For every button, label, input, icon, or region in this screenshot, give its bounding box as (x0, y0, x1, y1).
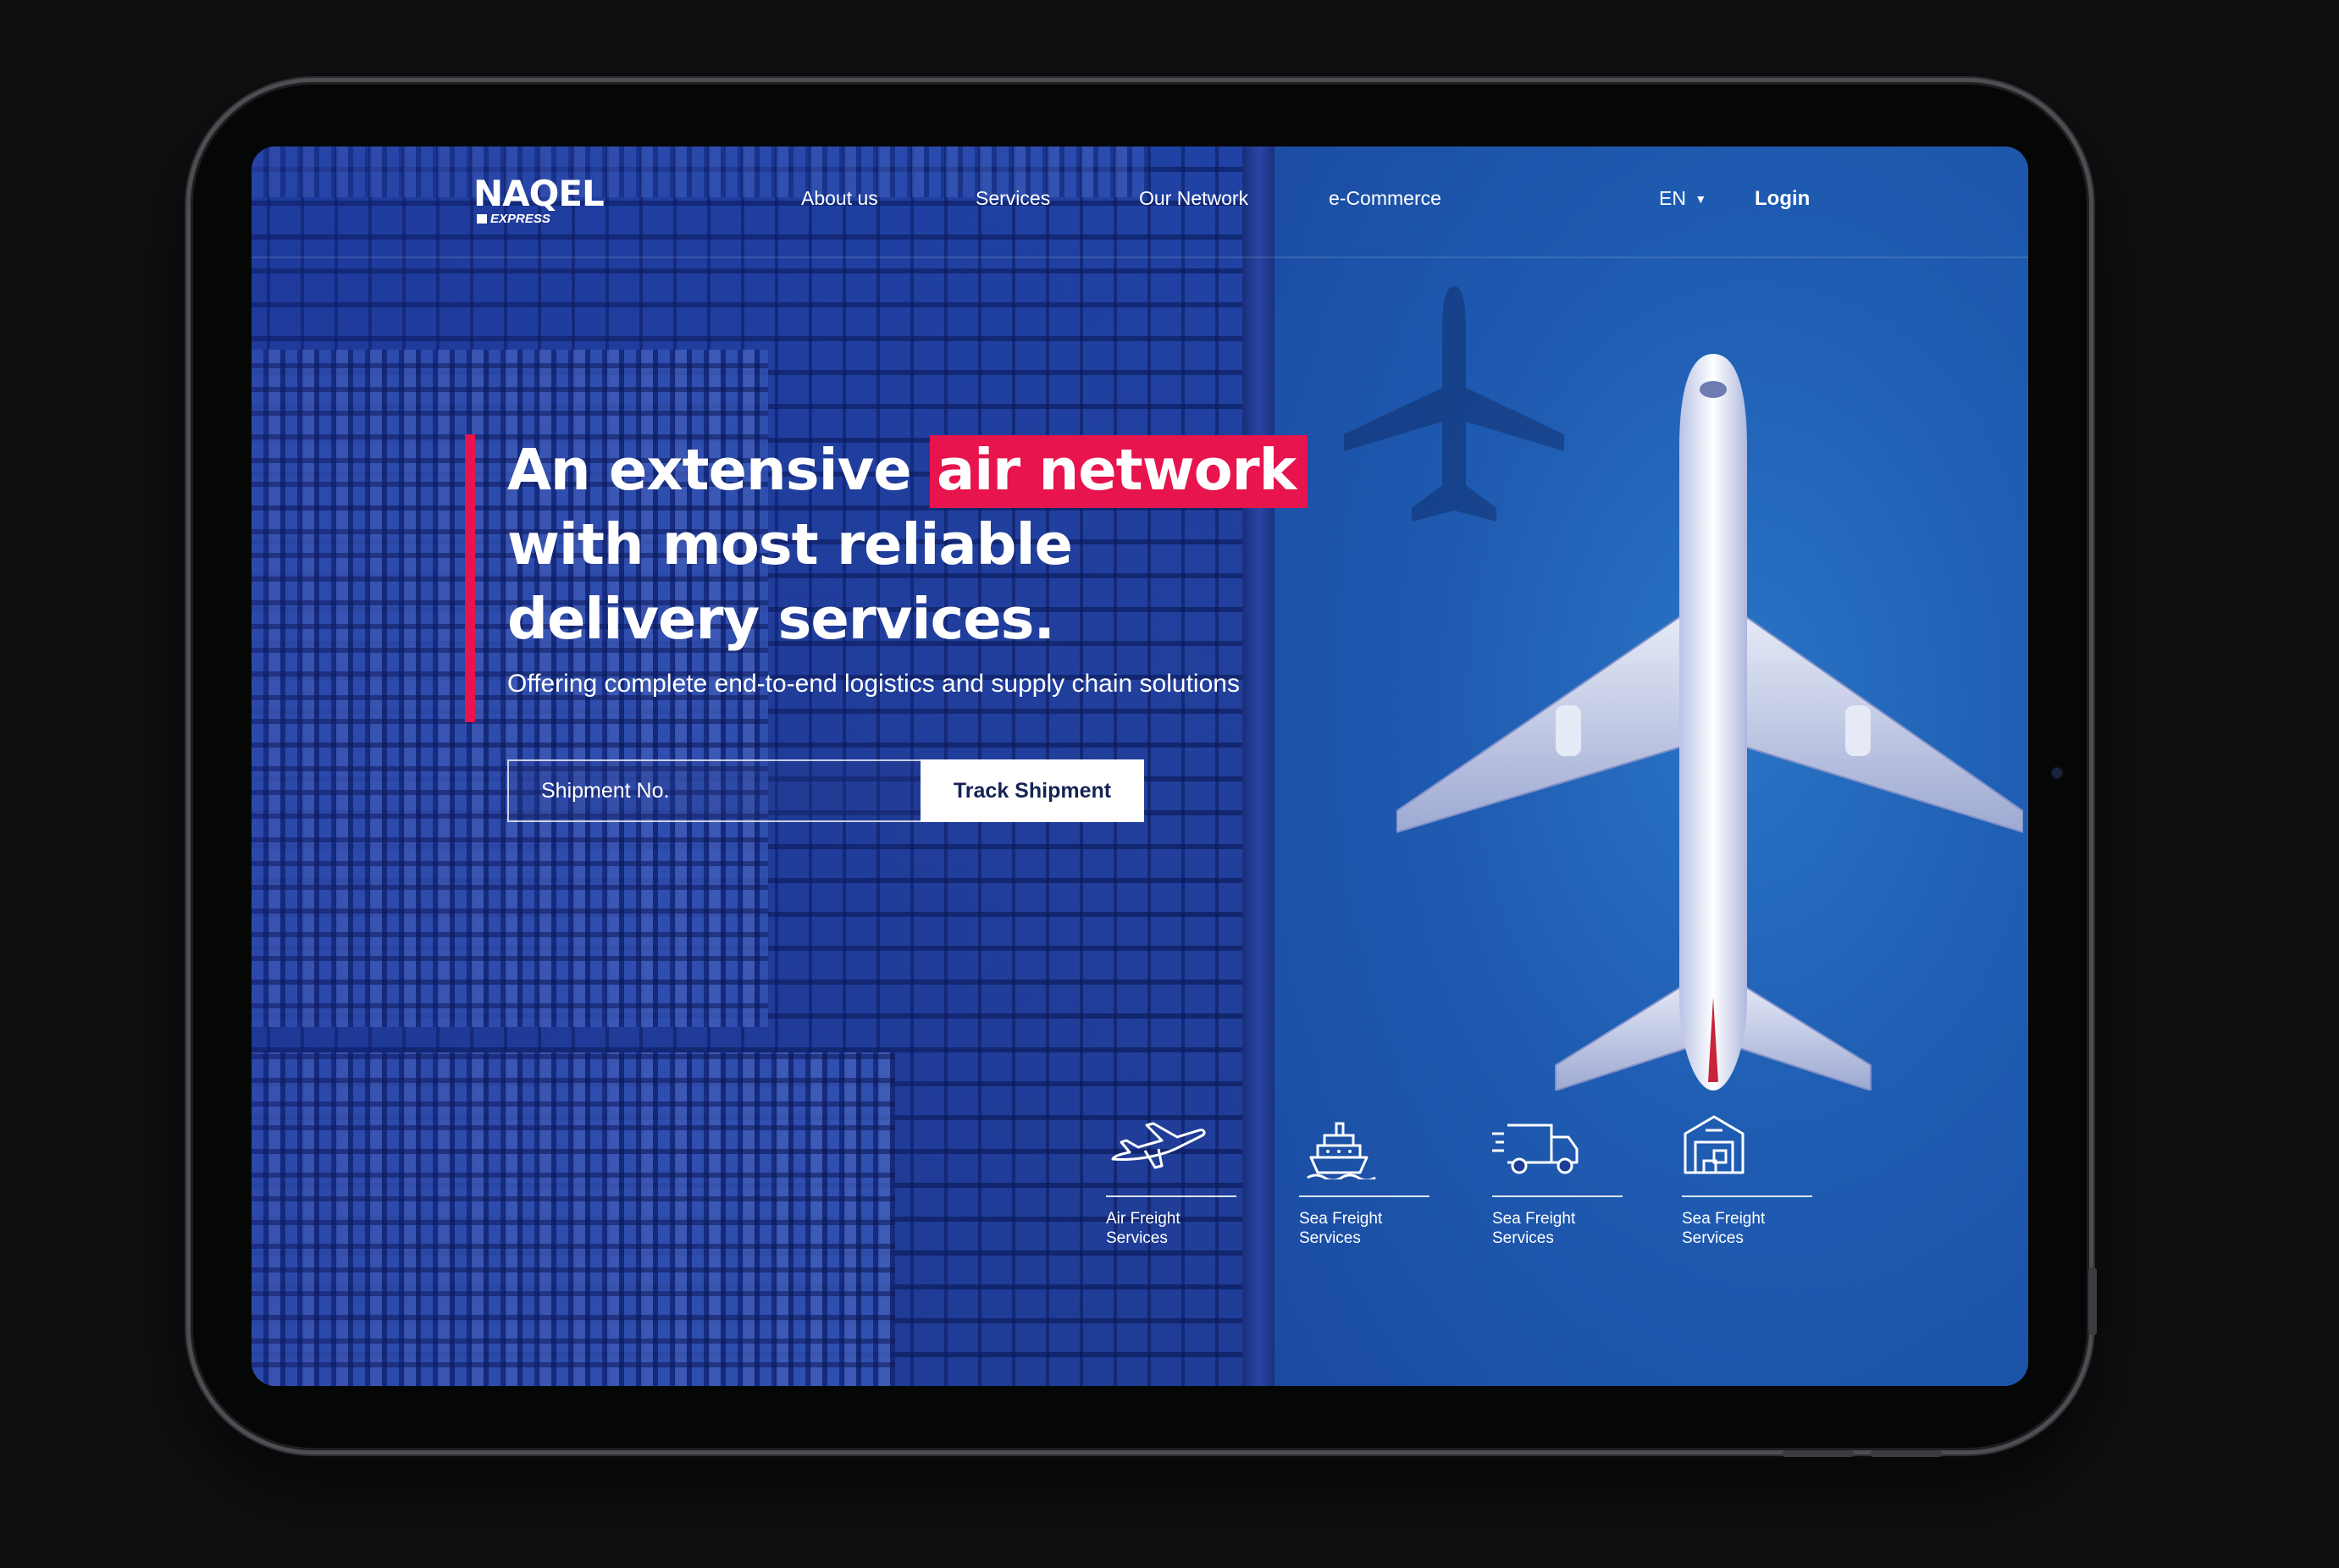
ship-icon (1307, 1122, 1376, 1182)
service-label: Sea Freight Services (1299, 1210, 1383, 1247)
hero-title-highlight: air network (930, 435, 1308, 508)
service-land-freight[interactable]: Sea Freight Services (1492, 1112, 1623, 1248)
airplane-icon (1111, 1122, 1206, 1169)
service-air-freight[interactable]: Air Freight Services (1106, 1112, 1236, 1248)
chevron-down-icon: ▼ (1695, 192, 1707, 206)
track-shipment-button[interactable]: Track Shipment (921, 759, 1144, 822)
naqel-logo[interactable]: NAQEL EXPRESS (473, 173, 605, 226)
website-screen: NAQEL EXPRESS About us Services Our Netw… (252, 146, 2028, 1386)
airplane-image (1396, 354, 2023, 1090)
hero-accent-bar (465, 434, 475, 722)
service-underline (1682, 1195, 1812, 1197)
tablet-volume-button (1871, 1450, 1942, 1457)
service-label: Sea Freight Services (1492, 1210, 1576, 1247)
warehouse-icon (1684, 1115, 1745, 1174)
logo-tagline: EXPRESS (477, 213, 604, 226)
language-selector[interactable]: EN ▼ (1659, 187, 1706, 210)
header-divider (252, 257, 2028, 258)
stage: NAQEL EXPRESS About us Services Our Netw… (0, 0, 2339, 1568)
nav-our-network[interactable]: Our Network (1139, 187, 1248, 210)
service-warehousing[interactable]: Sea Freight Services (1682, 1112, 1812, 1248)
hero-title-part1: An extensive (507, 437, 912, 503)
nav-e-commerce[interactable]: e-Commerce (1329, 187, 1441, 210)
tablet-volume-button (1783, 1450, 1854, 1457)
service-label: Air Freight Services (1106, 1210, 1181, 1247)
service-underline (1106, 1195, 1236, 1197)
hero-title-line3: delivery services. (507, 586, 1055, 652)
tablet-side-button (2088, 1267, 2097, 1335)
truck-icon (1492, 1124, 1579, 1174)
nav-services[interactable]: Services (976, 187, 1050, 210)
tracking-form: Track Shipment (507, 759, 1144, 822)
service-underline (1492, 1195, 1623, 1197)
service-sea-freight[interactable]: Sea Freight Services (1299, 1112, 1429, 1248)
camera (2050, 766, 2064, 780)
logo-wordmark: NAQEL (473, 173, 605, 214)
service-label: Sea Freight Services (1682, 1210, 1766, 1247)
hero-title-line2: with most reliable (507, 511, 1073, 577)
hero-title: An extensive air network with most relia… (507, 433, 1354, 656)
language-value: EN (1659, 187, 1686, 209)
hero-subtitle: Offering complete end-to-end logistics a… (507, 670, 1240, 698)
nav-about-us[interactable]: About us (801, 187, 878, 210)
service-underline (1299, 1195, 1429, 1197)
shipment-number-input[interactable] (507, 759, 921, 822)
login-link[interactable]: Login (1755, 187, 1810, 211)
